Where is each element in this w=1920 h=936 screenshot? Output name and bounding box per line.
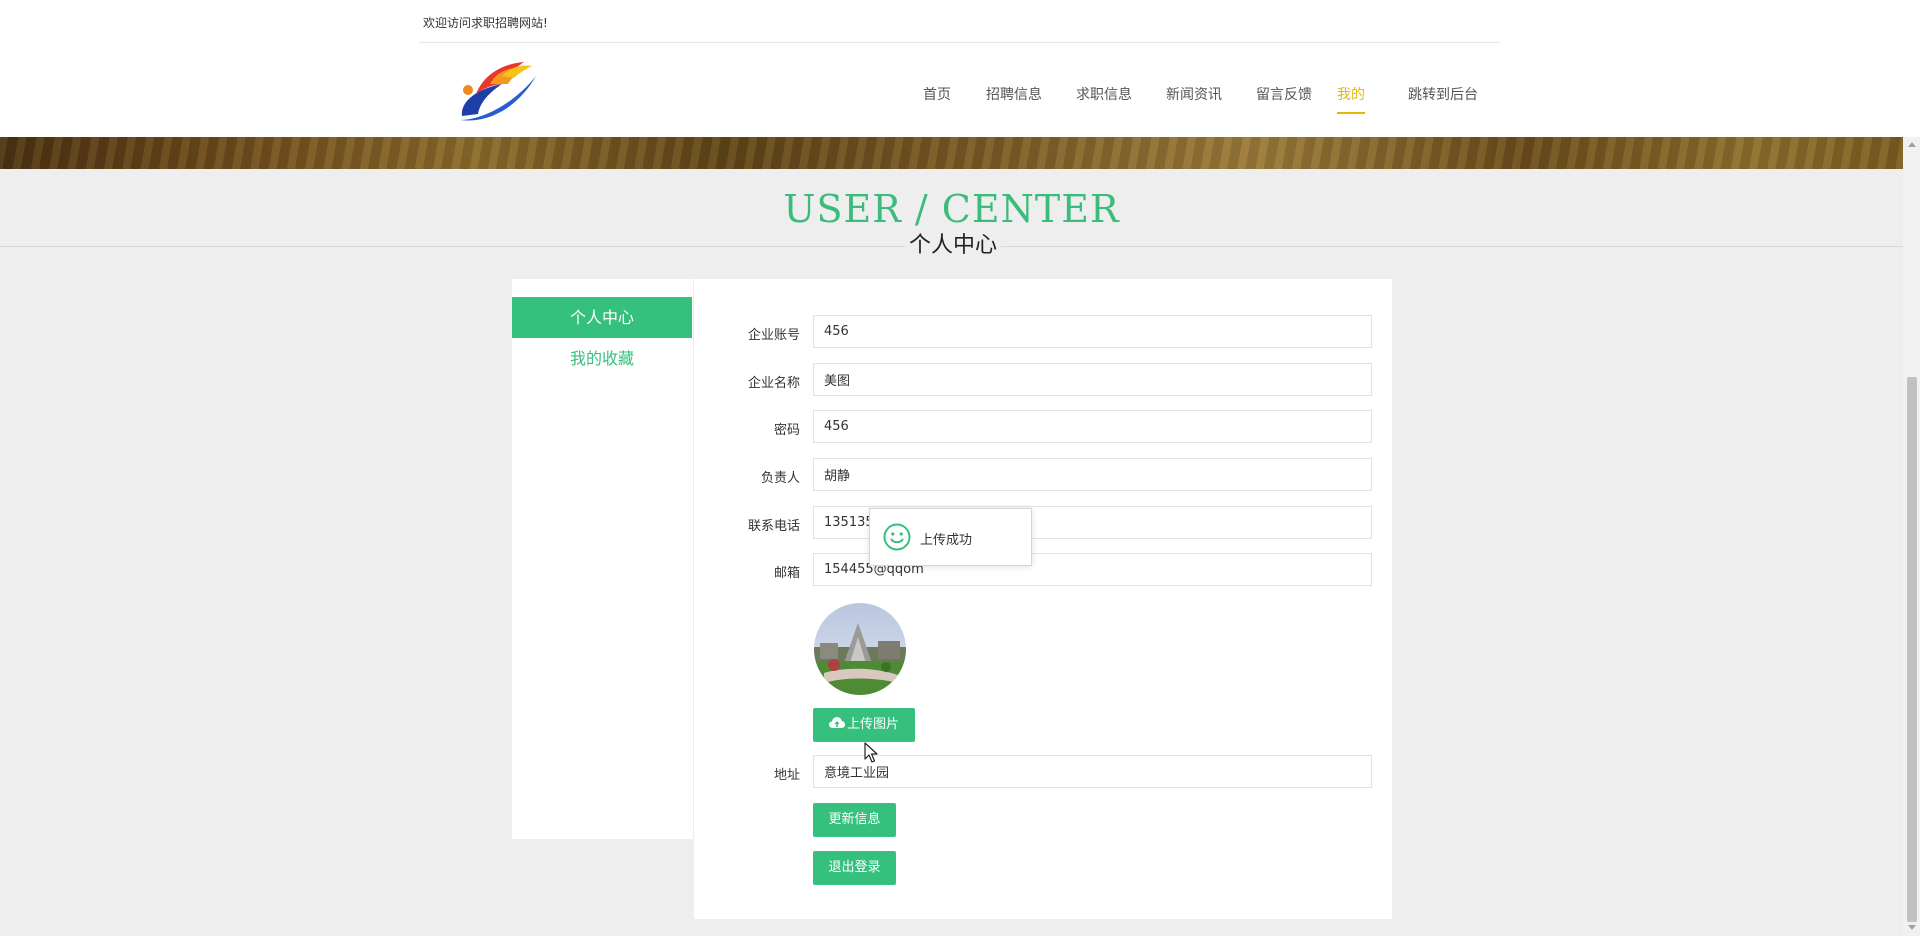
address-label: 地址 bbox=[773, 768, 800, 783]
sidebar-item-favorites[interactable]: 我的收藏 bbox=[512, 338, 692, 379]
update-info-button[interactable]: 更新信息 bbox=[813, 803, 896, 837]
scroll-up-icon[interactable] bbox=[1908, 142, 1916, 147]
smile-icon bbox=[883, 523, 911, 551]
nav-recruitment[interactable]: 招聘信息 bbox=[986, 84, 1042, 112]
section-title-cn: 个人中心 bbox=[905, 232, 1001, 260]
welcome-text: 欢迎访问求职招聘网站! bbox=[423, 16, 548, 30]
scrollbar-top-gap bbox=[1903, 0, 1920, 137]
company-name-input[interactable] bbox=[813, 363, 1372, 396]
password-label: 密码 bbox=[773, 423, 800, 438]
nav-home[interactable]: 首页 bbox=[923, 84, 951, 112]
toast-message: 上传成功 bbox=[920, 533, 973, 548]
mouse-cursor-icon bbox=[864, 742, 878, 763]
address-input[interactable] bbox=[813, 755, 1372, 788]
phone-label: 联系电话 bbox=[747, 519, 800, 534]
upload-image-label: 上传图片 bbox=[846, 717, 899, 732]
account-input[interactable] bbox=[813, 315, 1372, 348]
upload-success-toast: 上传成功 bbox=[869, 508, 1032, 566]
account-label: 企业账号 bbox=[747, 328, 800, 343]
upload-image-button[interactable]: 上传图片 bbox=[813, 708, 915, 742]
scroll-thumb[interactable] bbox=[1907, 377, 1917, 922]
section-title-en: USER / CENTER bbox=[783, 187, 1120, 231]
nav-news[interactable]: 新闻资讯 bbox=[1166, 84, 1222, 112]
user-sidebar: 个人中心 我的收藏 bbox=[512, 279, 693, 839]
manager-input[interactable] bbox=[813, 458, 1372, 491]
page-scrollbar[interactable] bbox=[1903, 137, 1920, 936]
cloud-upload-icon bbox=[828, 717, 845, 728]
scroll-down-icon[interactable] bbox=[1908, 925, 1916, 930]
page: 欢迎访问求职招聘网站! 首页 招聘信息 求职信息 新闻资讯 留言反馈 我的 跳转… bbox=[0, 0, 1920, 936]
password-input[interactable] bbox=[813, 410, 1372, 443]
nav-job-seeking[interactable]: 求职信息 bbox=[1076, 84, 1132, 112]
banner-strip bbox=[0, 137, 1903, 169]
logout-button[interactable]: 退出登录 bbox=[813, 851, 896, 885]
email-label: 邮箱 bbox=[773, 566, 800, 581]
profile-form: 企业账号 企业名称 密码 负责人 联系电话 邮箱 bbox=[694, 279, 1392, 919]
sidebar-item-profile[interactable]: 个人中心 bbox=[512, 297, 692, 338]
top-bar: 欢迎访问求职招聘网站! bbox=[419, 0, 1500, 43]
nav-feedback[interactable]: 留言反馈 bbox=[1256, 84, 1312, 112]
nav-mine[interactable]: 我的 bbox=[1337, 84, 1365, 114]
company-name-label: 企业名称 bbox=[747, 376, 800, 391]
avatar bbox=[814, 603, 906, 695]
manager-label: 负责人 bbox=[760, 471, 800, 486]
site-header: 欢迎访问求职招聘网站! 首页 招聘信息 求职信息 新闻资讯 留言反馈 我的 跳转… bbox=[0, 0, 1903, 137]
main-nav: 首页 招聘信息 求职信息 新闻资讯 留言反馈 我的 跳转到后台 bbox=[0, 84, 1903, 114]
nav-admin[interactable]: 跳转到后台 bbox=[1408, 84, 1478, 112]
